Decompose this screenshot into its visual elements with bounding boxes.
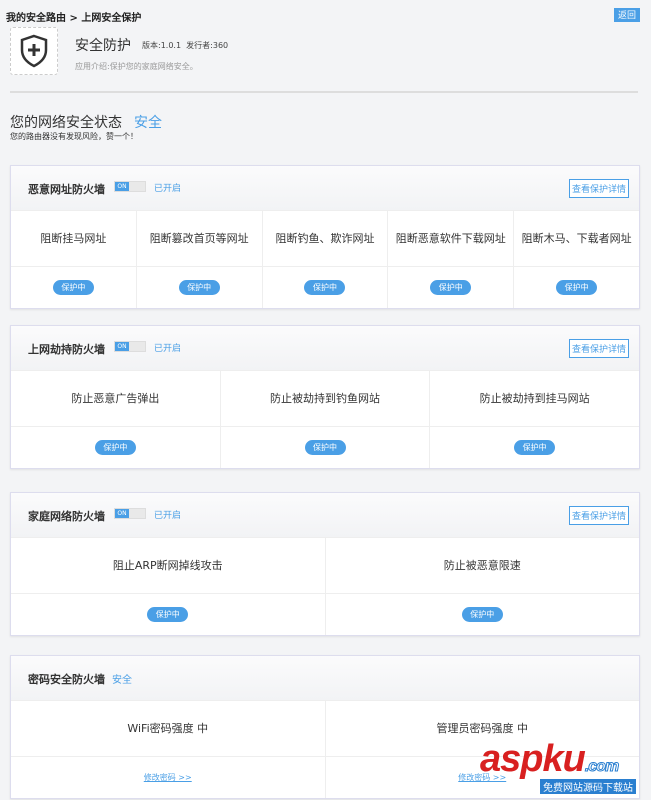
- protection-item: WiFi密码强度 中修改密码 >>: [11, 701, 326, 798]
- card-state: 安全: [112, 675, 132, 686]
- protecting-badge: 保护中: [178, 280, 220, 295]
- protection-item: 阻断木马、下载者网址保护中: [514, 211, 639, 308]
- view-details-button[interactable]: 查看保护详情: [568, 179, 629, 198]
- card-title: 家庭网络防火墙: [28, 510, 105, 523]
- enable-toggle[interactable]: ON: [114, 181, 146, 192]
- protection-item: 防止被劫持到钓鱼网站保护中: [220, 371, 431, 468]
- firewall-card: 上网劫持防火墙 ON 已开启 查看保护详情 防止恶意广告弹出 保护中 防止被劫持到钓鱼网…: [10, 325, 640, 469]
- card-header: 上网劫持防火墙 ON 已开启 查看保护详情: [11, 326, 639, 371]
- watermark-logo: aspku.com: [480, 738, 620, 780]
- status-subtext: 您的路由器没有发现风险，赞一个！: [10, 132, 138, 141]
- enable-toggle[interactable]: ON: [114, 341, 146, 352]
- card-title: 密码安全防火墙: [28, 673, 105, 686]
- firewall-card: 恶意网址防火墙 ON 已开启 查看保护详情 阻断挂马网址 保护中 阻断篡改首页等网址 保护…: [10, 165, 640, 309]
- enable-toggle[interactable]: ON: [114, 508, 146, 519]
- protection-item: 防止恶意广告弹出保护中: [11, 371, 221, 468]
- protecting-badge: 保护中: [52, 280, 94, 295]
- item-label: 阻止ARP断网掉线攻击: [11, 538, 325, 594]
- toggle-knob: ON: [115, 182, 129, 191]
- protection-item: 阻断篡改首页等网址保护中: [136, 211, 263, 308]
- card-title: 上网劫持防火墙: [28, 343, 105, 356]
- card-state: 已开启: [154, 344, 182, 354]
- protecting-badge: 保护中: [514, 440, 556, 455]
- protecting-badge: 保护中: [147, 607, 189, 622]
- protection-item: 阻止ARP断网掉线攻击保护中: [11, 538, 326, 635]
- watermark-subtext: 免费网站源码下载站: [540, 779, 636, 794]
- protection-item: 防止被劫持到挂马网站保护中: [430, 371, 640, 468]
- protection-item: 阻断挂马网址 保护中: [11, 211, 137, 308]
- protecting-badge: 保护中: [94, 440, 136, 455]
- view-details-button[interactable]: 查看保护详情: [568, 506, 629, 525]
- item-label: 防止被恶意限速: [325, 538, 639, 594]
- app-description: 应用介绍:保护您的家庭网络安全。: [75, 62, 198, 71]
- protecting-badge: 保护中: [556, 280, 598, 295]
- item-label: 阻断木马、下载者网址: [514, 211, 639, 267]
- item-label: 防止被劫持到挂马网站: [430, 371, 640, 427]
- protection-item: 防止被恶意限速保护中: [325, 538, 639, 635]
- card-state: 已开启: [154, 184, 182, 194]
- status-value: 安全: [134, 115, 162, 131]
- protection-item: 阻断钓鱼、欺诈网址保护中: [262, 211, 389, 308]
- item-label: 阻断篡改首页等网址: [136, 211, 262, 267]
- status-label: 您的网络安全状态: [10, 115, 122, 131]
- item-label: 阻断挂马网址: [11, 211, 136, 267]
- app-title: 安全防护: [75, 38, 131, 54]
- protecting-badge: 保护中: [430, 280, 472, 295]
- card-state: 已开启: [154, 511, 182, 521]
- card-header: 恶意网址防火墙 ON 已开启 查看保护详情: [11, 166, 639, 211]
- protecting-badge: 保护中: [461, 607, 503, 622]
- protecting-badge: 保护中: [304, 440, 346, 455]
- back-button[interactable]: 返回: [614, 8, 640, 22]
- item-label: 阻断恶意软件下载网址: [388, 211, 514, 267]
- card-title: 恶意网址防火墙: [28, 183, 105, 196]
- app-version: 版本:1.0.1: [142, 41, 182, 50]
- item-label: 防止被劫持到钓鱼网站: [220, 371, 430, 427]
- app-meta: 版本:1.0.1 发行者:360: [142, 40, 228, 51]
- item-label: 阻断钓鱼、欺诈网址: [262, 211, 388, 267]
- protection-item: 阻断恶意软件下载网址保护中: [388, 211, 515, 308]
- firewall-card: 家庭网络防火墙 ON 已开启 查看保护详情 阻止ARP断网掉线攻击 保护中 防止被恶意限…: [10, 492, 640, 636]
- card-header: 家庭网络防火墙 ON 已开启 查看保护详情: [11, 493, 639, 538]
- item-label: WiFi密码强度 中: [11, 701, 325, 757]
- item-label: 防止恶意广告弹出: [11, 371, 220, 427]
- shield-plus-icon: [10, 27, 58, 75]
- protecting-badge: 保护中: [304, 280, 346, 295]
- toggle-knob: ON: [115, 342, 129, 351]
- card-header: 密码安全防火墙 安全: [11, 656, 639, 701]
- security-status: 您的网络安全状态 安全: [10, 112, 162, 132]
- view-details-button[interactable]: 查看保护详情: [568, 339, 629, 358]
- breadcrumb: 我的安全路由 > 上网安全保护: [6, 13, 142, 24]
- app-publisher: 发行者:360: [186, 41, 229, 50]
- toggle-knob: ON: [115, 509, 129, 518]
- change-password-link[interactable]: 修改密码 >>: [144, 772, 192, 783]
- divider: [10, 91, 638, 93]
